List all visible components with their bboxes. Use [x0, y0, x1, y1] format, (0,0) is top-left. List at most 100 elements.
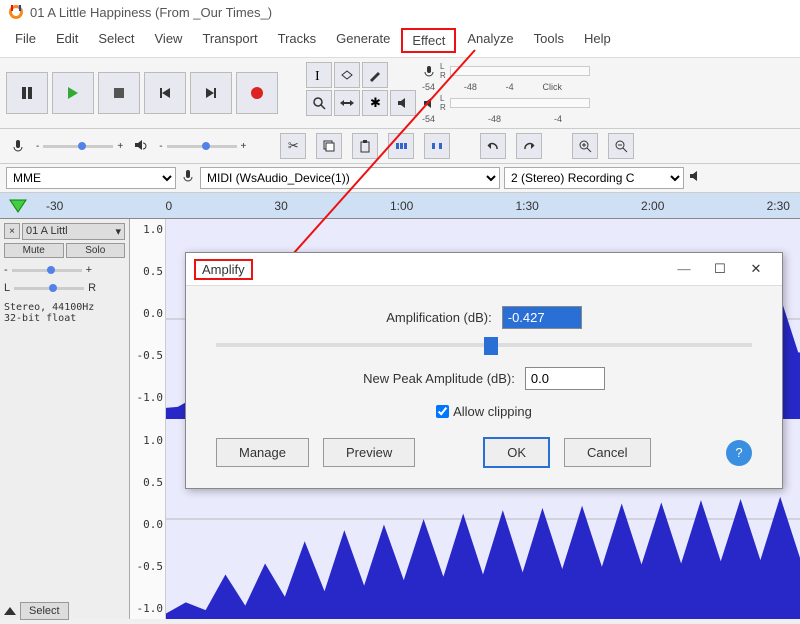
ruler-label: 0.5 — [132, 265, 163, 278]
track-control-panel: × 01 A Littl▾ Mute Solo -+ LR Stereo, 44… — [0, 219, 130, 619]
selection-tool-icon[interactable]: I — [306, 62, 332, 88]
dialog-title: Amplify — [194, 259, 253, 280]
speaker-meter-icon — [422, 96, 436, 110]
playhead-marker-icon[interactable] — [8, 196, 28, 216]
envelope-tool-icon[interactable] — [334, 62, 360, 88]
undo-button[interactable] — [480, 133, 506, 159]
preview-button[interactable]: Preview — [323, 438, 415, 467]
solo-button[interactable]: Solo — [66, 243, 126, 258]
pause-button[interactable] — [6, 72, 48, 114]
zoom-out-button[interactable] — [608, 133, 634, 159]
zoom-tool-icon[interactable] — [306, 90, 332, 116]
menu-generate[interactable]: Generate — [327, 28, 399, 53]
edit-toolbar: -+ -+ ✂ — [0, 129, 800, 164]
timeline-tick: 1:00 — [390, 199, 413, 213]
menu-analyze[interactable]: Analyze — [458, 28, 522, 53]
ruler-label: -1.0 — [132, 391, 163, 404]
allow-clipping-label: Allow clipping — [453, 404, 532, 419]
recording-volume-slider[interactable]: -+ — [36, 141, 123, 152]
timeline-tick: 0 — [166, 199, 173, 213]
draw-tool-icon[interactable] — [362, 62, 388, 88]
menubar: FileEditSelectViewTransportTracksGenerat… — [0, 24, 800, 58]
copy-button[interactable] — [316, 133, 342, 159]
skip-start-button[interactable] — [144, 72, 186, 114]
ok-button[interactable]: OK — [483, 437, 550, 468]
help-button[interactable]: ? — [726, 440, 752, 466]
mic-icon — [180, 167, 196, 187]
timeline-ruler[interactable]: -30 0 30 1:00 1:30 2:00 2:30 — [0, 193, 800, 219]
maximize-button[interactable]: ☐ — [702, 257, 738, 281]
ruler-label: 0.0 — [132, 307, 163, 320]
recording-device-select[interactable]: MIDI (WsAudio_Device(1)) — [200, 167, 500, 189]
menu-help[interactable]: Help — [575, 28, 620, 53]
dialog-titlebar: Amplify — ☐ ✕ — [186, 253, 782, 286]
track-title-dropdown[interactable]: 01 A Littl▾ — [22, 223, 125, 240]
mute-button[interactable]: Mute — [4, 243, 64, 258]
close-button[interactable]: ✕ — [738, 257, 774, 281]
paste-button[interactable] — [352, 133, 378, 159]
ruler-label: 1.0 — [132, 223, 163, 236]
zoom-in-button[interactable] — [572, 133, 598, 159]
device-toolbar: MME MIDI (WsAudio_Device(1)) 2 (Stereo) … — [0, 164, 800, 193]
peak-amplitude-label: New Peak Amplitude (dB): — [363, 371, 515, 386]
trim-button[interactable] — [388, 133, 414, 159]
ruler-label: 1.0 — [132, 434, 163, 447]
timeline-tick: -30 — [46, 199, 63, 213]
window-titlebar: 01 A Little Happiness (From _Our Times_) — [0, 0, 800, 24]
timeline-tick: 1:30 — [516, 199, 539, 213]
speaker-icon[interactable] — [390, 90, 416, 116]
speaker-icon — [688, 167, 704, 187]
window-title: 01 A Little Happiness (From _Our Times_) — [30, 5, 272, 20]
mic-icon — [10, 138, 26, 154]
menu-view[interactable]: View — [146, 28, 192, 53]
speaker-icon — [133, 138, 149, 154]
amplification-slider[interactable] — [216, 343, 752, 347]
audio-host-select[interactable]: MME — [6, 167, 176, 189]
menu-tools[interactable]: Tools — [525, 28, 573, 53]
minimize-button[interactable]: — — [666, 257, 702, 281]
collapse-track-icon[interactable] — [4, 607, 16, 615]
peak-amplitude-input[interactable] — [525, 367, 605, 390]
menu-select[interactable]: Select — [89, 28, 143, 53]
ruler-label: -0.5 — [132, 560, 163, 573]
redo-button[interactable] — [516, 133, 542, 159]
menu-edit[interactable]: Edit — [47, 28, 87, 53]
timeline-tick: 30 — [274, 199, 287, 213]
amplitude-ruler: 1.00.50.0-0.5-1.01.00.50.0-0.5-1.0 — [130, 219, 166, 619]
ruler-label: -1.0 — [132, 602, 163, 615]
gain-slider[interactable]: -+ — [4, 264, 125, 276]
ruler-label: -0.5 — [132, 349, 163, 362]
allow-clipping-checkbox[interactable] — [436, 405, 449, 418]
amplify-dialog: Amplify — ☐ ✕ Amplification (dB): New Pe… — [185, 252, 783, 489]
playback-volume-slider[interactable]: -+ — [159, 141, 246, 152]
timeline-tick: 2:30 — [767, 199, 790, 213]
menu-effect[interactable]: Effect — [401, 28, 456, 53]
app-logo-icon — [8, 4, 24, 20]
menu-transport[interactable]: Transport — [193, 28, 266, 53]
svg-text:I: I — [315, 69, 320, 82]
stop-button[interactable] — [98, 72, 140, 114]
track-select-button[interactable]: Select — [20, 602, 69, 620]
mic-icon — [422, 64, 436, 78]
menu-file[interactable]: File — [6, 28, 45, 53]
timeline-tick: 2:00 — [641, 199, 664, 213]
transport-toolbar: I ✱ LR -54-48-4Click LR -54-48-4 — [0, 58, 800, 129]
timeshift-tool-icon[interactable] — [334, 90, 360, 116]
silence-button[interactable] — [424, 133, 450, 159]
record-button[interactable] — [236, 72, 278, 114]
pan-slider[interactable]: LR — [4, 282, 125, 294]
cancel-button[interactable]: Cancel — [564, 438, 650, 467]
menu-tracks[interactable]: Tracks — [269, 28, 326, 53]
multi-tool-icon[interactable]: ✱ — [362, 90, 388, 116]
track-info: Stereo, 44100Hz 32-bit float — [4, 302, 125, 324]
close-track-button[interactable]: × — [4, 223, 20, 239]
play-button[interactable] — [52, 72, 94, 114]
svg-text:✱: ✱ — [370, 96, 381, 110]
recording-channels-select[interactable]: 2 (Stereo) Recording C — [504, 167, 684, 189]
ruler-label: 0.0 — [132, 518, 163, 531]
manage-button[interactable]: Manage — [216, 438, 309, 467]
amplification-input[interactable] — [502, 306, 582, 329]
skip-end-button[interactable] — [190, 72, 232, 114]
cut-button[interactable]: ✂ — [280, 133, 306, 159]
amplification-label: Amplification (dB): — [386, 310, 491, 325]
